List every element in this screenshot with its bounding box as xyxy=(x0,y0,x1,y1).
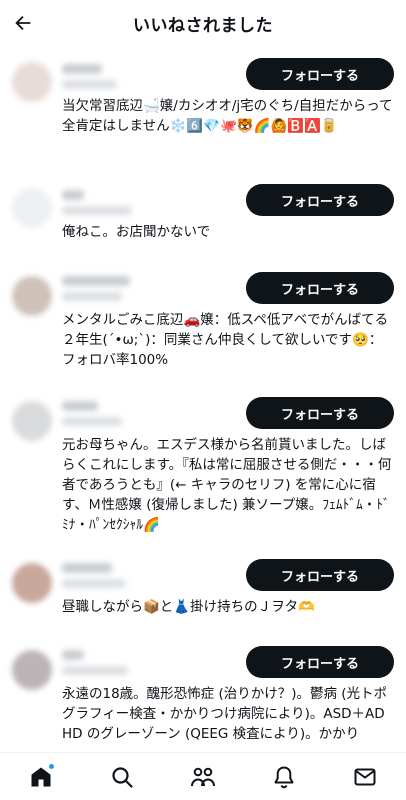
follow-button[interactable]: フォローする xyxy=(246,58,394,90)
follow-button[interactable]: フォローする xyxy=(246,272,394,304)
tab-search[interactable] xyxy=(102,757,142,797)
user-name-redacted xyxy=(62,276,130,286)
user-row[interactable]: フォローする 俺ねこ。お店聞かないで xyxy=(0,184,406,249)
user-handle-redacted xyxy=(62,417,122,426)
user-name-redacted xyxy=(62,401,98,411)
avatar[interactable] xyxy=(12,188,52,228)
user-handle-redacted xyxy=(62,666,128,675)
scroll-fade xyxy=(0,742,406,752)
avatar[interactable] xyxy=(12,650,52,690)
user-bio: 俺ねこ。お店聞かないで xyxy=(62,224,211,240)
avatar[interactable] xyxy=(12,563,52,603)
user-handle-redacted xyxy=(62,579,126,588)
user-bio: 永遠の18歳。醜形恐怖症 (治りかけ？)。鬱病 (光トポグラフィー検査・かかりつ… xyxy=(62,686,388,742)
tab-notifications[interactable] xyxy=(264,757,304,797)
messages-icon xyxy=(354,768,376,785)
bottom-navigation xyxy=(0,752,406,800)
user-bio: 元お母ちゃん。エスデス様から名前貰いました。しばらくこれにします。『私は常に屈服… xyxy=(62,437,392,533)
user-name-redacted xyxy=(62,64,102,74)
user-row[interactable]: フォローする 元お母ちゃん。エスデス様から名前貰いました。しばらくこれにします。… xyxy=(0,397,406,547)
follow-button[interactable]: フォローする xyxy=(246,559,394,591)
user-name-redacted xyxy=(62,190,84,200)
tab-home[interactable] xyxy=(21,757,61,797)
tab-communities[interactable] xyxy=(183,757,223,797)
follow-button[interactable]: フォローする xyxy=(246,397,394,429)
user-name-redacted xyxy=(62,650,84,660)
user-bio: 当欠常習底辺🛁嬢/カシオオ/j宅のぐち/自担だからって全肯定はしません❄️6️⃣… xyxy=(62,98,393,134)
page-title: いいねされました xyxy=(133,15,273,36)
communities-icon xyxy=(190,767,215,786)
user-row[interactable]: フォローする メンタルごみこ底辺🚗嬢：低スペ低アベでがんばてる２年生(´•ω;`… xyxy=(0,272,406,382)
notifications-icon xyxy=(274,766,294,788)
user-bio: 昼職しながら📦と👗掛け持ちのＪヲタ🫶 xyxy=(62,599,315,615)
avatar[interactable] xyxy=(12,276,52,316)
user-row[interactable]: フォローする 永遠の18歳。醜形恐怖症 (治りかけ？)。鬱病 (光トポグラフィー… xyxy=(0,646,406,752)
avatar[interactable] xyxy=(12,62,52,102)
user-row[interactable]: フォローする 昼職しながら📦と👗掛け持ちのＪヲタ🫶 xyxy=(0,559,406,629)
user-list: フォローする 当欠常習底辺🛁嬢/カシオオ/j宅のぐち/自担だからって全肯定はしま… xyxy=(0,46,406,752)
user-bio: メンタルごみこ底辺🚗嬢：低スペ低アベでがんばてる２年生(´•ω;`)：同業さん仲… xyxy=(62,312,389,368)
tab-messages[interactable] xyxy=(345,757,385,797)
back-button[interactable] xyxy=(8,8,38,38)
arrow-left-icon xyxy=(15,15,31,31)
user-handle-redacted xyxy=(62,206,132,215)
user-handle-redacted xyxy=(62,80,117,89)
user-row[interactable]: フォローする 当欠常習底辺🛁嬢/カシオオ/j宅のぐち/自担だからって全肯定はしま… xyxy=(0,58,406,173)
user-name-redacted xyxy=(62,563,112,573)
follow-button[interactable]: フォローする xyxy=(246,184,394,216)
avatar[interactable] xyxy=(12,401,52,441)
notification-dot xyxy=(47,762,55,770)
header: いいねされました xyxy=(0,0,406,46)
search-icon xyxy=(112,766,133,788)
user-handle-redacted xyxy=(62,292,122,301)
follow-button[interactable]: フォローする xyxy=(246,646,394,678)
